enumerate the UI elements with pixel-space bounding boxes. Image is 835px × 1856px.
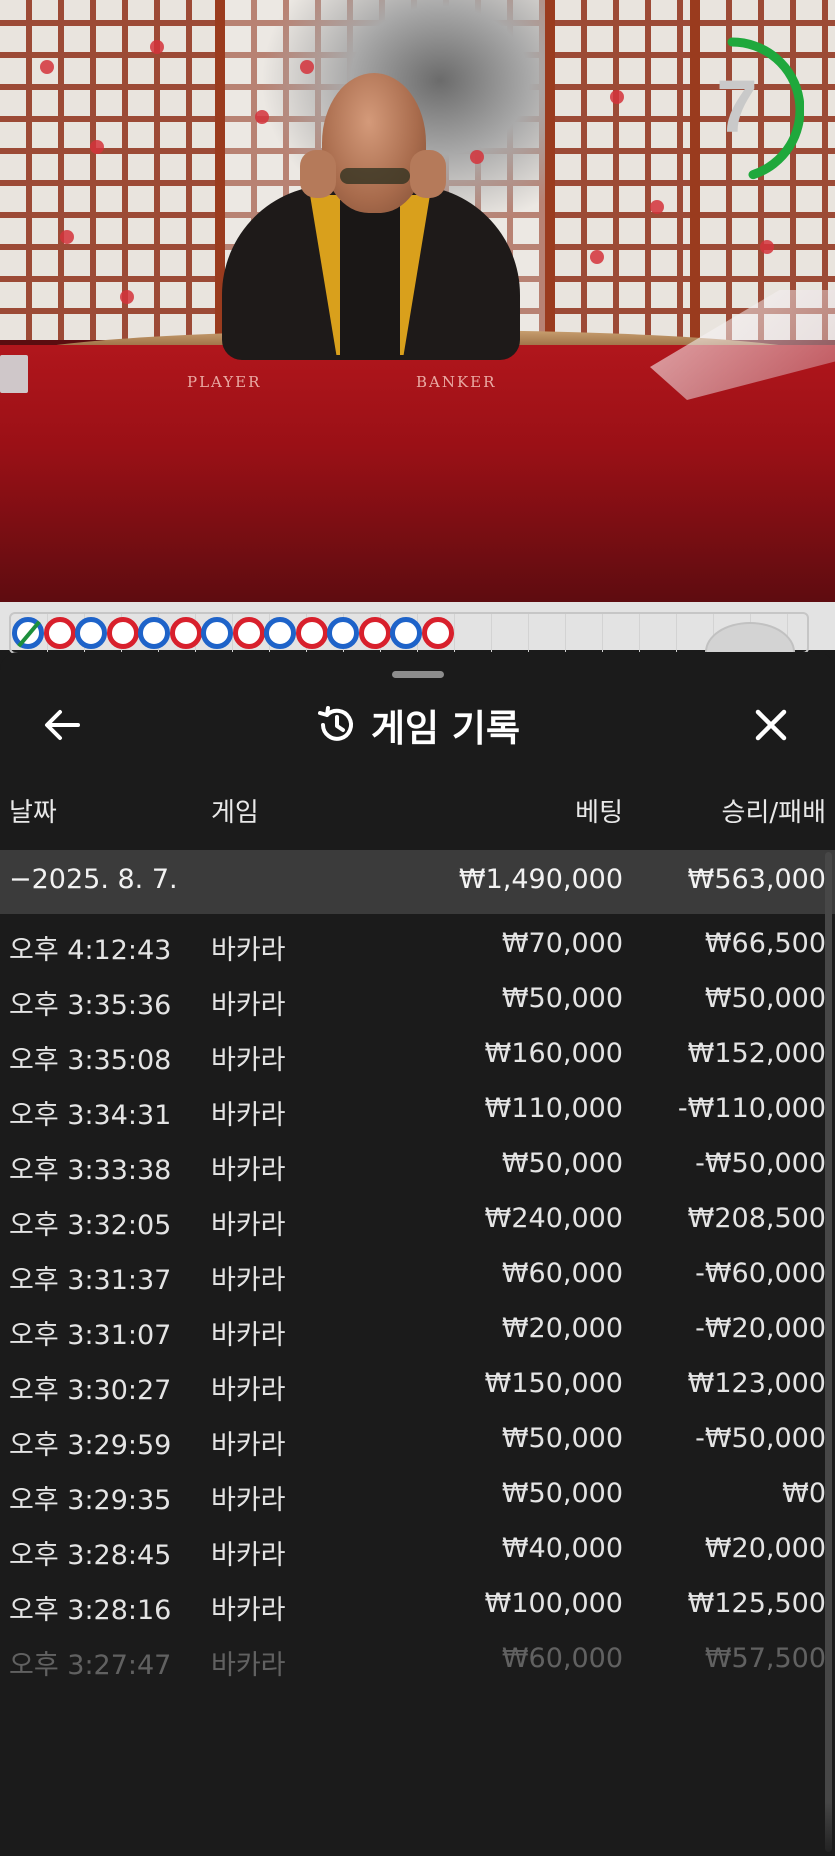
row-bet: ₩110,000 xyxy=(484,1093,623,1124)
row-game: 바카라 xyxy=(211,990,286,1021)
row-bet: ₩40,000 xyxy=(501,1533,623,1564)
bead-red xyxy=(43,617,76,649)
scrollbar[interactable] xyxy=(825,852,832,1852)
row-time: 오후 3:35:36 xyxy=(9,990,172,1021)
row-bet: ₩70,000 xyxy=(501,928,623,959)
row-bet: ₩50,000 xyxy=(501,1423,623,1454)
row-time: 오후 3:31:37 xyxy=(9,1265,172,1296)
row-result: ₩57,500 xyxy=(704,1643,826,1674)
timer-value: 7 xyxy=(716,65,758,148)
row-time: 오후 3:32:05 xyxy=(9,1210,172,1241)
bead-red xyxy=(295,617,328,649)
group-date: −2025. 8. 7. xyxy=(9,864,178,895)
row-bet: ₩160,000 xyxy=(484,1038,623,1069)
game-history-panel: 게임 기록 날짜 게임 베팅 승리/패배 −2025. 8. 7. ₩1,490… xyxy=(0,652,835,1856)
row-game: 바카라 xyxy=(211,935,286,966)
row-bet: ₩100,000 xyxy=(484,1588,623,1619)
row-time: 오후 3:30:27 xyxy=(9,1375,172,1406)
bead-red xyxy=(106,617,139,649)
row-time: 오후 3:33:38 xyxy=(9,1155,172,1186)
row-time: 오후 4:12:43 xyxy=(9,935,172,966)
bead-blue xyxy=(327,617,359,649)
column-bet: 베팅 xyxy=(575,798,623,828)
banker-area-label: BANKER xyxy=(416,373,497,391)
row-time: 오후 3:28:16 xyxy=(9,1595,172,1626)
row-game: 바카라 xyxy=(211,1265,286,1296)
player-area-label: PLAYER xyxy=(187,373,262,391)
row-time: 오후 3:34:31 xyxy=(9,1100,172,1131)
row-game: 바카라 xyxy=(211,1595,286,1626)
row-time: 오후 3:29:35 xyxy=(9,1485,172,1516)
live-video-feed: PLAYER BANKER 7 xyxy=(0,0,835,602)
row-game: 바카라 xyxy=(211,1375,286,1406)
row-time: 오후 3:28:45 xyxy=(9,1540,172,1571)
row-bet: ₩20,000 xyxy=(501,1313,623,1344)
row-bet: ₩50,000 xyxy=(501,983,623,1014)
bead-blue xyxy=(138,617,170,649)
column-date: 날짜 xyxy=(9,798,57,828)
bead-blue xyxy=(264,617,296,649)
row-bet: ₩50,000 xyxy=(501,1478,623,1509)
row-game: 바카라 xyxy=(211,1210,286,1241)
bead-red xyxy=(169,617,202,649)
row-result: -₩50,000 xyxy=(695,1423,826,1454)
table-row[interactable]: 오후 3:27:47 바카라 ₩60,000 ₩57,500 xyxy=(0,1629,835,1693)
row-result: -₩20,000 xyxy=(695,1313,826,1344)
row-time: 오후 3:35:08 xyxy=(9,1045,172,1076)
bead-blue xyxy=(201,617,233,649)
row-result: ₩123,000 xyxy=(687,1368,826,1399)
bead-red xyxy=(358,617,391,649)
row-result: -₩60,000 xyxy=(695,1258,826,1289)
row-time: 오후 3:27:47 xyxy=(9,1650,172,1681)
close-button[interactable] xyxy=(746,700,796,750)
row-result: ₩66,500 xyxy=(704,928,826,959)
row-bet: ₩50,000 xyxy=(501,1148,623,1179)
bead-blue xyxy=(75,617,107,649)
group-result-total: ₩563,000 xyxy=(687,864,826,895)
table-header: 날짜 게임 베팅 승리/패배 xyxy=(0,792,835,832)
row-result: ₩125,500 xyxy=(687,1588,826,1619)
row-game: 바카라 xyxy=(211,1650,286,1681)
column-result: 승리/패배 xyxy=(721,798,826,828)
row-game: 바카라 xyxy=(211,1100,286,1131)
bead-blue xyxy=(390,617,422,649)
row-bet: ₩240,000 xyxy=(484,1203,623,1234)
dealer-head xyxy=(322,73,426,213)
row-result: ₩208,500 xyxy=(687,1203,826,1234)
panel-title: 게임 기록 xyxy=(370,707,521,750)
row-result: ₩20,000 xyxy=(704,1533,826,1564)
date-group-row[interactable]: −2025. 8. 7. ₩1,490,000 ₩563,000 xyxy=(0,850,835,914)
drag-handle[interactable] xyxy=(392,671,444,678)
bead-red xyxy=(232,617,265,649)
group-bet-total: ₩1,490,000 xyxy=(458,864,623,895)
row-game: 바카라 xyxy=(211,1155,286,1186)
column-game: 게임 xyxy=(211,798,259,828)
row-bet: ₩60,000 xyxy=(501,1258,623,1289)
row-bet: ₩60,000 xyxy=(501,1643,623,1674)
row-result: -₩50,000 xyxy=(695,1148,826,1179)
lattice-screen-right xyxy=(545,0,705,340)
card-stack xyxy=(0,355,28,393)
row-game: 바카라 xyxy=(211,1045,286,1076)
row-bet: ₩150,000 xyxy=(484,1368,623,1399)
panel-header: 게임 기록 xyxy=(0,700,835,750)
row-game: 바카라 xyxy=(211,1485,286,1516)
row-game: 바카라 xyxy=(211,1320,286,1351)
row-time: 오후 3:31:07 xyxy=(9,1320,172,1351)
close-icon xyxy=(755,709,787,741)
bead-tie xyxy=(12,617,44,649)
history-icon xyxy=(317,706,353,741)
lattice-screen-left xyxy=(0,0,230,340)
row-result: ₩50,000 xyxy=(704,983,826,1014)
row-game: 바카라 xyxy=(211,1430,286,1461)
row-result: -₩110,000 xyxy=(677,1093,826,1124)
bead-red xyxy=(421,617,454,649)
row-result: ₩0 xyxy=(782,1478,826,1509)
countdown-timer: 7 xyxy=(692,30,804,190)
row-time: 오후 3:29:59 xyxy=(9,1430,172,1461)
row-result: ₩152,000 xyxy=(687,1038,826,1069)
row-game: 바카라 xyxy=(211,1540,286,1571)
